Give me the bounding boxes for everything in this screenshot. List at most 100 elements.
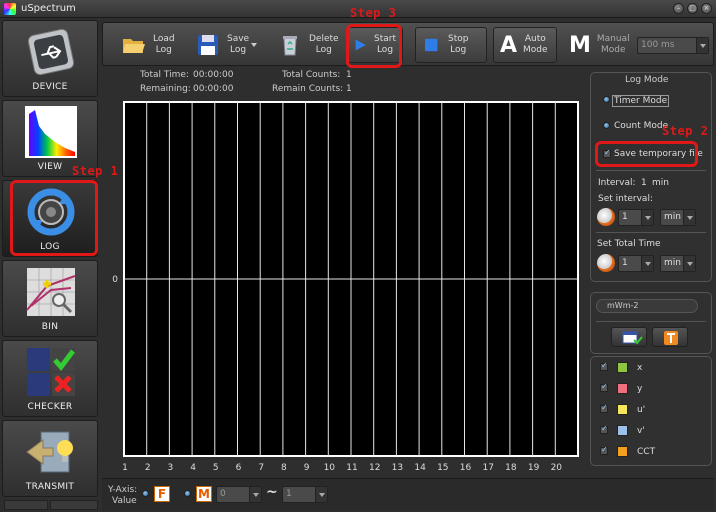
range-tilde: ~ <box>266 484 278 500</box>
recycle-bin-icon <box>283 36 297 56</box>
m-mode-icon[interactable]: M <box>196 486 212 502</box>
sidebar-scroll-up[interactable] <box>4 500 48 510</box>
sidebar-item-checker[interactable]: CHECKER <box>2 340 98 417</box>
app-logo-icon <box>4 2 16 15</box>
param-label: x <box>637 363 643 373</box>
toolbar: Load Log Save Log Delete Log Start Log S… <box>102 22 714 66</box>
x-tick-label: 3 <box>168 463 174 473</box>
yaxis-max-select[interactable]: 1 <box>282 486 328 503</box>
minimize-button[interactable]: – <box>673 3 684 14</box>
exposure-time-select[interactable]: 100 ms <box>637 37 709 54</box>
sidebar-item-bin[interactable]: BIN <box>2 260 98 337</box>
set-interval-unit: min <box>664 212 681 222</box>
load-log-line1: Load <box>153 34 175 44</box>
log-chart: 1 2 3 4 5 6 7 8 9 10 11 12 13 14 15 16 17 18 19 200 <box>112 101 579 473</box>
param-label: u' <box>637 405 646 415</box>
exposure-time-value: 100 ms <box>641 40 675 50</box>
set-interval-label: Set interval: <box>598 194 653 204</box>
x-tick-label: 10 <box>324 463 336 473</box>
x-tick-label: 19 <box>528 463 540 473</box>
interval-label: Interval: <box>598 178 636 188</box>
manual-mode-button[interactable]: M Manual Mode <box>569 27 630 63</box>
stop-log-line1: Stop <box>448 34 469 44</box>
x-tick-label: 15 <box>437 463 448 473</box>
chevron-down-icon <box>683 210 695 225</box>
maximize-button[interactable]: □ <box>687 3 698 14</box>
divider <box>596 321 706 322</box>
set-interval-value-select[interactable]: 1 <box>618 209 654 226</box>
sidebar: DEVICE VIEW LOG BIN CHECKER TRANSMIT <box>2 20 98 498</box>
yaxis-value-label: Value <box>112 496 137 506</box>
yaxis-min-select[interactable]: 0 <box>216 486 262 503</box>
bottom-bar: Y-Axis: Value F M 0 ~ 1 <box>102 478 714 510</box>
sidebar-item-transmit[interactable]: TRANSMIT <box>2 420 98 497</box>
step2-label: Step 2 <box>662 124 709 138</box>
divider <box>596 232 706 233</box>
param-checkbox[interactable] <box>600 445 608 455</box>
save-log-button[interactable]: Save Log <box>195 27 258 63</box>
param-label: v' <box>637 426 645 436</box>
app-window: uSpectrum – □ × DEVICE VIEW LOG BIN CHEC… <box>0 0 716 512</box>
set-total-unit: min <box>664 258 681 268</box>
param-label: y <box>637 384 643 394</box>
chevron-down-icon <box>683 256 695 271</box>
manual-mode-glyph: M <box>569 32 591 58</box>
floppy-save-icon <box>198 35 218 55</box>
total-time-clock-icon <box>597 254 615 272</box>
param-color-swatch[interactable] <box>617 446 628 457</box>
auto-mode-button[interactable]: A Auto Mode <box>493 27 557 63</box>
spectrum-view-icon <box>25 106 77 158</box>
f-mode-icon[interactable]: F <box>154 486 170 502</box>
timer-mode-radio[interactable] <box>603 96 610 103</box>
sidebar-scroll-down[interactable] <box>50 500 98 510</box>
yaxis-label: Y-Axis: <box>108 485 138 495</box>
x-tick-label: 14 <box>414 463 426 473</box>
sidebar-item-device[interactable]: DEVICE <box>2 20 98 97</box>
chevron-down-icon <box>315 487 327 502</box>
timer-mode-label[interactable]: Timer Mode <box>612 95 670 107</box>
x-tick-label: 8 <box>281 463 287 473</box>
set-total-value-select[interactable]: 1 <box>618 255 654 272</box>
save-log-line2: Log <box>230 45 247 55</box>
text-export-button[interactable] <box>652 327 688 347</box>
count-mode-radio[interactable] <box>603 122 610 129</box>
x-tick-label: 13 <box>392 463 403 473</box>
checker-icon <box>27 348 75 396</box>
close-button[interactable]: × <box>701 3 712 14</box>
auto-mode-glyph: A <box>500 32 518 58</box>
param-label: CCT <box>637 447 656 457</box>
set-total-unit-select[interactable]: min <box>660 255 696 272</box>
param-checkbox[interactable] <box>600 424 608 434</box>
count-mode-label[interactable]: Count Mode <box>614 121 668 131</box>
x-tick-label: 6 <box>236 463 242 473</box>
param-checkbox[interactable] <box>600 382 608 392</box>
yaxis-min-value: 0 <box>220 489 226 499</box>
stop-log-button[interactable]: Stop Log <box>415 27 487 63</box>
load-log-button[interactable]: Load Log <box>121 27 175 63</box>
sidebar-item-label: DEVICE <box>32 82 68 92</box>
param-checkbox[interactable] <box>600 403 608 413</box>
delete-log-line2: Log <box>315 45 332 55</box>
x-tick-label: 12 <box>369 463 380 473</box>
set-interval-unit-select[interactable]: min <box>660 209 696 226</box>
param-color-swatch[interactable] <box>617 404 628 415</box>
param-checkbox[interactable] <box>600 361 608 371</box>
delete-log-button[interactable]: Delete Log <box>277 27 339 63</box>
param-color-swatch[interactable] <box>617 425 628 436</box>
x-tick-label: 7 <box>258 463 264 473</box>
export-table-button[interactable] <box>611 327 647 347</box>
step3-highlight <box>346 24 402 68</box>
x-tick-label: 17 <box>482 463 493 473</box>
yaxis-m-radio[interactable] <box>184 490 191 497</box>
x-tick-label: 20 <box>551 463 563 473</box>
chevron-down-icon <box>249 487 261 502</box>
param-color-swatch[interactable] <box>617 362 628 373</box>
folder-open-icon <box>123 39 145 53</box>
yaxis-f-radio[interactable] <box>142 490 149 497</box>
x-tick-label: 2 <box>145 463 151 473</box>
save-log-line1: Save <box>227 34 250 44</box>
param-color-swatch[interactable] <box>617 383 628 394</box>
auto-mode-line2: Mode <box>523 45 548 55</box>
chevron-down-icon <box>696 38 708 53</box>
divider <box>596 170 706 171</box>
